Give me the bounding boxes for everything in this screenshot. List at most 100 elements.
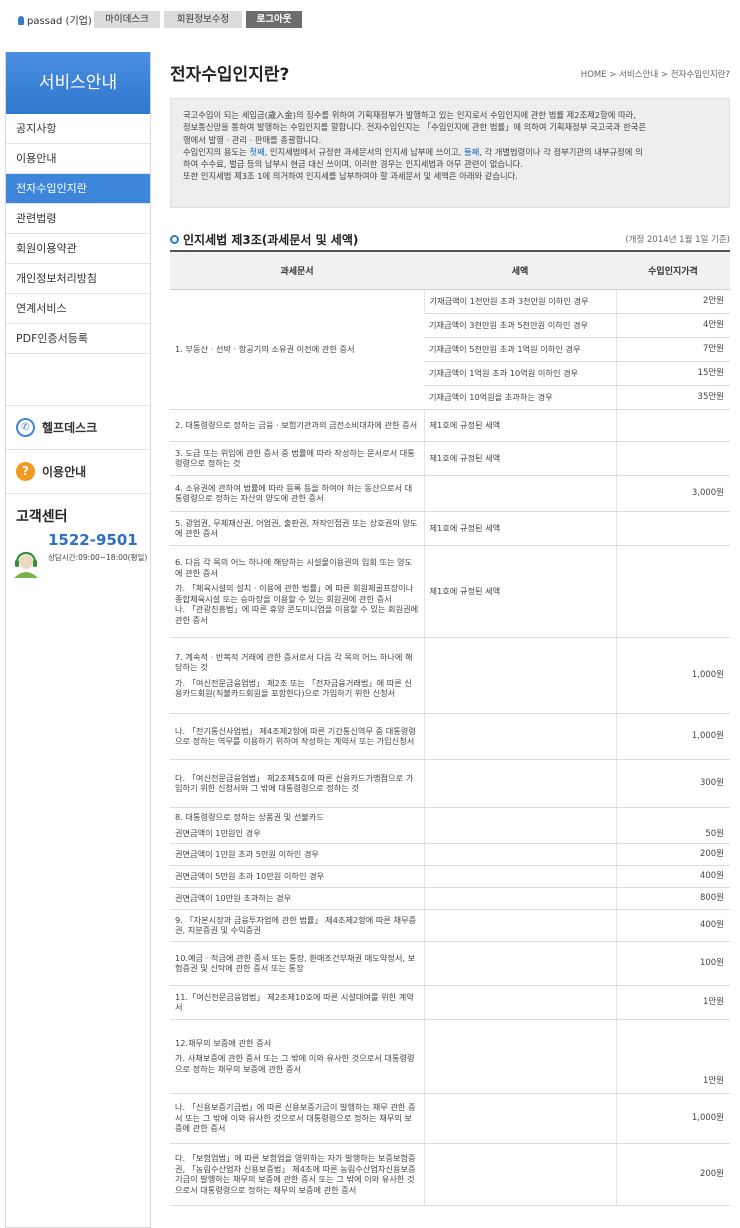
tax-cell bbox=[423, 865, 616, 888]
doc-sub: 가. 「체육시설의 설치 · 이용에 관한 법률」에 따른 회원제골프장이나 종… bbox=[175, 583, 414, 604]
doc-cell: 4. 소유권에 관하여 법률에 따라 등록 등을 하여야 하는 동산으로서 대통… bbox=[170, 475, 424, 512]
price-cell: 35만원 bbox=[615, 385, 730, 410]
intro-highlight: 둘째 bbox=[463, 146, 480, 157]
price-cell bbox=[615, 441, 730, 476]
user-name: passad (기업) bbox=[27, 16, 92, 27]
sidebar-item-guide[interactable]: 이용안내 bbox=[6, 144, 150, 174]
tax-cell bbox=[423, 713, 616, 760]
price-cell: 400원 bbox=[615, 909, 730, 942]
intro-line: 하여 수수료, 벌금 등의 납부시 현금 대신 쓰이며, 이러한 경우는 인지세… bbox=[183, 159, 523, 170]
sidebar-item-linked-services[interactable]: 연계서비스 bbox=[6, 294, 150, 324]
table-row: 8. 대통령령으로 정하는 상품권 및 선불카드 권면금액이 1만원인 경우 5… bbox=[170, 807, 730, 844]
intro-text: , 각 개별법령이나 각 정부기관의 내부규정에 의 bbox=[479, 146, 643, 157]
doc-cell: 8. 대통령령으로 정하는 상품권 및 선불카드 권면금액이 1만원인 경우 bbox=[170, 807, 424, 844]
sidebar-item-laws[interactable]: 관련법령 bbox=[6, 204, 150, 234]
table-row: 다. 「보험업법」에 따른 보험업을 영위하는 자가 발행하는 보증보험증권, … bbox=[170, 1143, 730, 1206]
price-cell: 1,000원 bbox=[615, 713, 730, 760]
price-cell: 1,000원 bbox=[615, 637, 730, 714]
user-icon bbox=[18, 16, 24, 25]
table-row: 3. 도급 또는 위임에 관한 증서 중 법률에 따라 작성하는 문서로서 대통… bbox=[170, 441, 730, 476]
headset-avatar-icon bbox=[14, 552, 38, 578]
doc-sub: 가. 사채보증에 관한 증서 또는 그 밖에 이와 유사한 것으로서 대통령령으… bbox=[175, 1053, 415, 1074]
doc-cell: 권면금액이 10만원 초과하는 경우 bbox=[170, 887, 424, 910]
table-row: 1. 부동산 · 선박 · 항공기의 소유권 이전에 관한 증서 기재금액이 1… bbox=[170, 289, 730, 410]
sidebar-item-pdf-cert[interactable]: PDF인증서등록 bbox=[6, 324, 150, 354]
logout-button[interactable]: 로그아웃 bbox=[246, 11, 302, 28]
helpdesk-link[interactable]: ✆ 헬프데스크 bbox=[6, 406, 150, 450]
tax-cell: 기재금액이 1천만원 초과 3천만원 이하인 경우 bbox=[423, 289, 616, 314]
doc-cell: 다. 「보험업법」에 따른 보험업을 영위하는 자가 발행하는 보증보험증권, … bbox=[170, 1143, 424, 1206]
sidebar-title: 서비스안내 bbox=[6, 52, 150, 114]
table-row: 다. 「여신전문금융업법」 제2조제5호에 따른 신용카드가맹점으로 가입하기 … bbox=[170, 759, 730, 808]
intro-highlight: 첫째 bbox=[249, 146, 265, 157]
col-header-price: 수입인지가격 bbox=[616, 250, 730, 290]
price-cell: 1만원 bbox=[615, 985, 730, 1020]
top-bar: passad (기업) 마이데스크 회원정보수정 로그아웃 bbox=[0, 0, 740, 38]
price-cell: 200원 bbox=[615, 1143, 730, 1206]
tax-cell bbox=[423, 807, 616, 844]
doc-cell: 10.예금 · 적금에 관한 증서 또는 통장, 환매조건부채권 매도약정서, … bbox=[170, 941, 424, 986]
tax-cell bbox=[423, 843, 616, 866]
section-title: 인지세법 제3조(과세문서 및 세액) bbox=[170, 231, 358, 248]
doc-sub: 나. 「관광진흥법」에 따른 휴양 콘도미니엄을 이용할 수 있는 회원권에 관… bbox=[175, 604, 419, 625]
mydesk-button[interactable]: 마이데스크 bbox=[94, 11, 160, 28]
page-title: 전자수입인지란? bbox=[170, 65, 290, 85]
intro-line: 정보통신망을 통하여 발행하는 수입인지를 말합니다. 전자수입인지는 「수입인… bbox=[183, 122, 647, 133]
price-cell: 2만원 bbox=[615, 289, 730, 314]
doc-cell: 11.「여신전문금융업법」 제2조제10호에 따른 시설대여를 위한 계약서 bbox=[170, 985, 424, 1020]
doc-cell: 권면금액이 1만원 초과 5만원 이하인 경우 bbox=[170, 843, 424, 866]
customer-center-hours: 상담시간:09:00~18:00(평일) bbox=[48, 553, 148, 562]
price-cell bbox=[615, 409, 730, 442]
col-header-document: 과세문서 bbox=[170, 250, 424, 290]
customer-center-phone: 1522-9501 bbox=[48, 531, 138, 549]
price-cell: 15만원 bbox=[615, 361, 730, 386]
doc-cell: 나. 「전기통신사업법」 제4조제2항에 따른 기간통신역무 중 대통령령으로 … bbox=[170, 713, 424, 760]
tax-cell bbox=[423, 1143, 616, 1206]
price-cell: 200원 bbox=[615, 843, 730, 866]
doc-cell: 9. 「자본시장과 금융투자업에 관한 법률」 제4조제2항에 따른 채무증권,… bbox=[170, 909, 424, 942]
intro-text: 수입인지의 용도는 bbox=[183, 146, 250, 157]
table-row: 2. 대통령령으로 정하는 금융 · 보험기관과의 금전소비대차에 관한 증서 … bbox=[170, 409, 730, 442]
breadcrumb: HOME > 서비스안내 > 전자수입인지란? bbox=[580, 70, 730, 80]
tax-cell: 제1호에 규정된 세액 bbox=[423, 441, 616, 476]
table-header-row: 과세문서 세액 수입인지가격 bbox=[170, 250, 730, 290]
sidebar-item-privacy[interactable]: 개인정보처리방침 bbox=[6, 264, 150, 294]
price-cell bbox=[615, 545, 730, 638]
tax-cell bbox=[423, 759, 616, 808]
edit-profile-button[interactable]: 회원정보수정 bbox=[164, 11, 242, 28]
user-info: passad (기업) bbox=[18, 12, 92, 27]
sidebar-spacer bbox=[6, 354, 150, 406]
circle-bullet-icon bbox=[170, 235, 179, 244]
price-cell: 1만원 bbox=[615, 1019, 730, 1094]
price-cell: 800원 bbox=[615, 887, 730, 910]
tax-cell: 제1호에 규정된 세액 bbox=[423, 409, 616, 442]
doc-cell: 7. 계속적 · 반복적 거래에 관한 증서로서 다음 각 목의 어느 하나에 … bbox=[170, 637, 424, 714]
helpdesk-label: 헬프데스크 bbox=[42, 421, 98, 435]
table-row: 권면금액이 1만원 초과 5만원 이하인 경우 200원 bbox=[170, 843, 730, 866]
section-note: (개정 2014년 1월 1일 기준) bbox=[625, 235, 730, 245]
doc-main: 12.채무의 보증에 관한 증서 bbox=[175, 1037, 272, 1048]
price-cell: 300원 bbox=[615, 759, 730, 808]
table-row: 11.「여신전문금융업법」 제2조제10호에 따른 시설대여를 위한 계약서 1… bbox=[170, 985, 730, 1020]
tax-cell bbox=[423, 887, 616, 910]
sidebar: 서비스안내 공지사항 이용안내 전자수입인지란 관련법령 회원이용약관 개인정보… bbox=[5, 52, 151, 1228]
tax-cell bbox=[423, 637, 616, 714]
price-cell: 4만원 bbox=[615, 313, 730, 338]
col-header-tax: 세액 bbox=[424, 250, 616, 290]
tax-cell: 기재금액이 5천만원 초과 1억원 이하인 경우 bbox=[424, 337, 616, 362]
table-row: 9. 「자본시장과 금융투자업에 관한 법률」 제4조제2항에 따른 채무증권,… bbox=[170, 909, 730, 942]
tax-cell: 기재금액이 1억원 초과 10억원 이하인 경우 bbox=[424, 361, 616, 386]
sidebar-item-notice[interactable]: 공지사항 bbox=[6, 114, 150, 144]
sidebar-item-e-stamp[interactable]: 전자수입인지란 bbox=[6, 174, 150, 204]
phone-icon: ✆ bbox=[16, 418, 35, 437]
doc-sub: 권면금액이 1만원인 경우 bbox=[175, 827, 261, 838]
intro-line: 수입인지의 용도는 첫째, 인지세법에서 규정한 과세문서의 인지세 납부에 쓰… bbox=[183, 146, 717, 158]
tax-cell bbox=[423, 475, 616, 512]
table-row: 나. 「전기통신사업법」 제4조제2항에 따른 기간통신역무 중 대통령령으로 … bbox=[170, 713, 730, 760]
doc-cell: 다. 「여신전문금융업법」 제2조제5호에 따른 신용카드가맹점으로 가입하기 … bbox=[170, 759, 424, 808]
table-row: 나. 「신용보증기금법」에 따른 신용보증기금이 발행하는 채무 관한 증서 또… bbox=[170, 1093, 730, 1144]
doc-cell: 6. 다음 각 목의 어느 하나에 해당하는 시설물이용권의 입회 또는 양도에… bbox=[170, 545, 424, 638]
tax-cell: 제1호에 규정된 세액 bbox=[423, 545, 616, 638]
guide-link[interactable]: ? 이용안내 bbox=[6, 450, 150, 494]
sidebar-item-terms[interactable]: 회원이용약관 bbox=[6, 234, 150, 264]
